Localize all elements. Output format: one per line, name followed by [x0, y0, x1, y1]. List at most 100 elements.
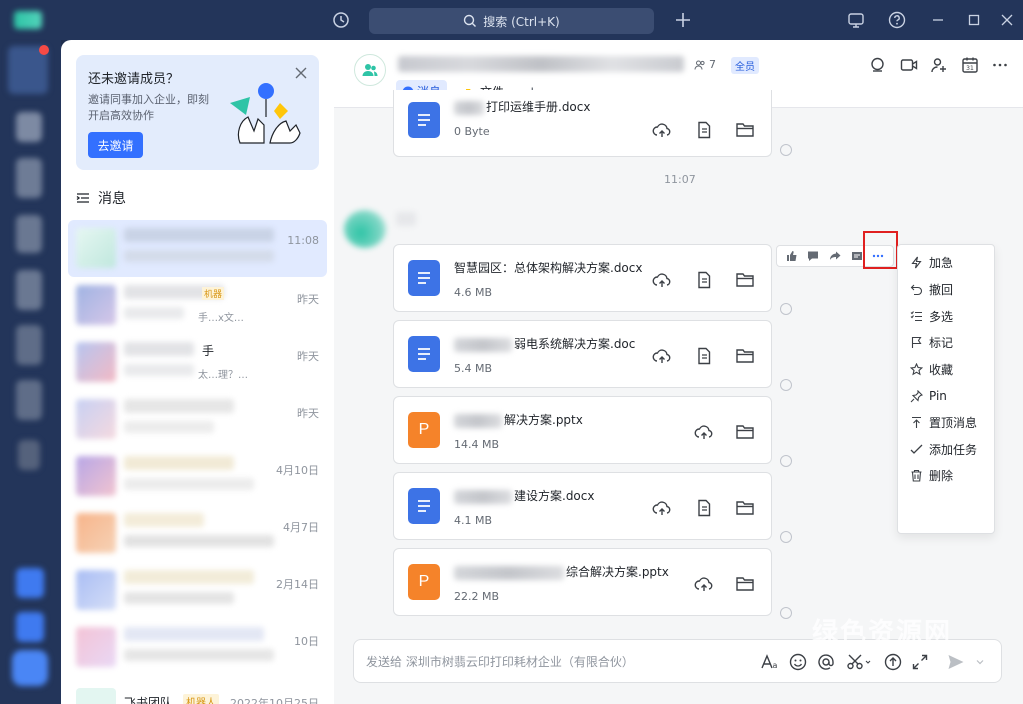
menu-item-favorite[interactable]: 收藏	[898, 356, 994, 382]
ppt-file-icon: P	[408, 564, 440, 600]
menu-item-recall[interactable]: 撤回	[898, 276, 994, 302]
read-status-indicator	[780, 531, 792, 543]
nav-item[interactable]	[16, 112, 42, 142]
menu-item-pin-top[interactable]: 置顶消息	[898, 409, 994, 435]
cloud-save-icon[interactable]	[652, 121, 672, 139]
chat-time: 2022年10月25日	[230, 697, 319, 704]
menu-item-multiselect[interactable]: 多选	[898, 303, 994, 329]
close-icon[interactable]	[997, 10, 1017, 30]
file-card[interactable]: 智慧园区：总体架构解决方案.docx 4.6 MB	[393, 244, 772, 312]
file-card[interactable]: P 综合解决方案.pptx 22.2 MB	[393, 548, 772, 616]
user-avatar[interactable]	[12, 650, 48, 686]
open-folder-icon[interactable]	[735, 423, 755, 441]
search-input[interactable]: 搜索 (Ctrl+K)	[369, 8, 654, 34]
chat-item-feishu-team[interactable]: 飞书团队 机器人 2022年10月25日	[68, 680, 327, 704]
send-options-chevron-down-icon[interactable]	[974, 652, 986, 672]
history-icon[interactable]	[331, 10, 351, 30]
chat-item[interactable]: 4月10日	[68, 448, 327, 505]
group-avatar[interactable]	[354, 54, 386, 86]
file-card[interactable]: P 解决方案.pptx 14.4 MB	[393, 396, 772, 464]
cloud-save-icon[interactable]	[652, 271, 672, 289]
menu-item-delete[interactable]: 删除	[898, 462, 994, 488]
sender-avatar[interactable]	[344, 210, 386, 248]
cloud-save-icon[interactable]	[694, 423, 714, 441]
menu-item-urgent[interactable]: 加急	[898, 249, 994, 275]
help-icon[interactable]	[887, 10, 907, 30]
expand-icon[interactable]	[910, 652, 930, 672]
upload-icon[interactable]	[883, 652, 903, 672]
invite-button[interactable]: 去邀请	[88, 132, 143, 158]
file-card[interactable]: 建设方案.docx 4.1 MB	[393, 472, 772, 540]
chat-item[interactable]: 4月7日	[68, 505, 327, 562]
chat-item[interactable]: 昨天	[68, 391, 327, 448]
thumbs-up-icon[interactable]	[784, 248, 800, 264]
nav-item[interactable]	[16, 612, 44, 642]
highlight-box	[863, 231, 898, 269]
avatar	[76, 688, 116, 704]
forward-icon[interactable]	[827, 248, 843, 264]
chat-item[interactable]: 11:08	[68, 220, 327, 277]
more-icon[interactable]	[991, 56, 1009, 74]
add-icon[interactable]	[673, 10, 693, 30]
member-count[interactable]: 7	[694, 58, 716, 71]
minimize-icon[interactable]	[928, 10, 948, 30]
list-collapse-icon[interactable]	[76, 191, 90, 205]
file-name: 弱电系统解决方案.doc	[454, 335, 635, 352]
file-card[interactable]: 弱电系统解决方案.doc 5.4 MB	[393, 320, 772, 388]
text-format-icon[interactable]: a	[760, 652, 780, 672]
nav-item[interactable]	[16, 215, 42, 253]
avatar	[76, 342, 116, 382]
file-card[interactable]: 打印运维手册.docx 0 Byte	[393, 90, 772, 157]
nav-item[interactable]	[16, 380, 42, 420]
nav-item[interactable]	[16, 158, 42, 198]
search-chat-icon[interactable]	[869, 56, 887, 74]
file-size: 4.1 MB	[454, 514, 493, 527]
menu-item-pin[interactable]: Pin	[898, 383, 994, 409]
chat-item[interactable]: 手 太…理？… 昨天	[68, 334, 327, 391]
menu-item-label: 添加任务	[929, 442, 978, 457]
nav-item[interactable]	[18, 440, 40, 470]
preview-doc-icon[interactable]	[694, 499, 714, 517]
chat-item[interactable]: 机器 手…x文… 昨天	[68, 277, 327, 334]
open-folder-icon[interactable]	[735, 575, 755, 593]
chat-item[interactable]: 2月14日	[68, 562, 327, 619]
read-status-indicator	[780, 379, 792, 391]
preview-doc-icon[interactable]	[694, 271, 714, 289]
mention-icon[interactable]	[816, 652, 836, 672]
menu-item-flag[interactable]: 标记	[898, 329, 994, 355]
chat-item[interactable]: 10日	[68, 619, 327, 676]
preview-doc-icon[interactable]	[694, 347, 714, 365]
file-name-blurred	[454, 565, 564, 580]
video-call-icon[interactable]	[900, 56, 918, 74]
ppt-file-icon: P	[408, 412, 440, 448]
cloud-save-icon[interactable]	[652, 347, 672, 365]
maximize-icon[interactable]	[964, 10, 984, 30]
message-input[interactable]: 发送给 深圳市树翡云印打印耗材企业（有限合伙）	[366, 653, 634, 670]
avatar	[76, 570, 116, 610]
sender-name-blurred	[396, 212, 416, 226]
open-folder-icon[interactable]	[735, 499, 755, 517]
add-member-icon[interactable]	[930, 56, 948, 74]
announcement-icon[interactable]	[846, 10, 866, 30]
cloud-save-icon[interactable]	[694, 575, 714, 593]
reply-icon[interactable]	[805, 248, 821, 264]
emoji-icon[interactable]	[788, 652, 808, 672]
send-icon[interactable]	[946, 652, 966, 672]
file-name: 建设方案.docx	[454, 487, 594, 504]
chat-time: 2月14日	[276, 578, 319, 591]
nav-item[interactable]	[16, 270, 42, 310]
cloud-save-icon[interactable]	[652, 499, 672, 517]
doc-file-icon	[408, 260, 440, 296]
nav-item[interactable]	[16, 568, 44, 598]
menu-item-add-task[interactable]: 添加任务	[898, 436, 994, 462]
open-folder-icon[interactable]	[735, 347, 755, 365]
screenshot-icon[interactable]	[845, 652, 873, 672]
preview-doc-icon[interactable]	[694, 121, 714, 139]
nav-item[interactable]	[16, 325, 42, 365]
open-folder-icon[interactable]	[735, 121, 755, 139]
open-folder-icon[interactable]	[735, 271, 755, 289]
menu-item-label: Pin	[929, 389, 947, 403]
calendar-icon[interactable]: 31	[961, 56, 979, 74]
multi-select-icon	[910, 310, 922, 321]
bot-badge: 机器人	[183, 694, 219, 704]
